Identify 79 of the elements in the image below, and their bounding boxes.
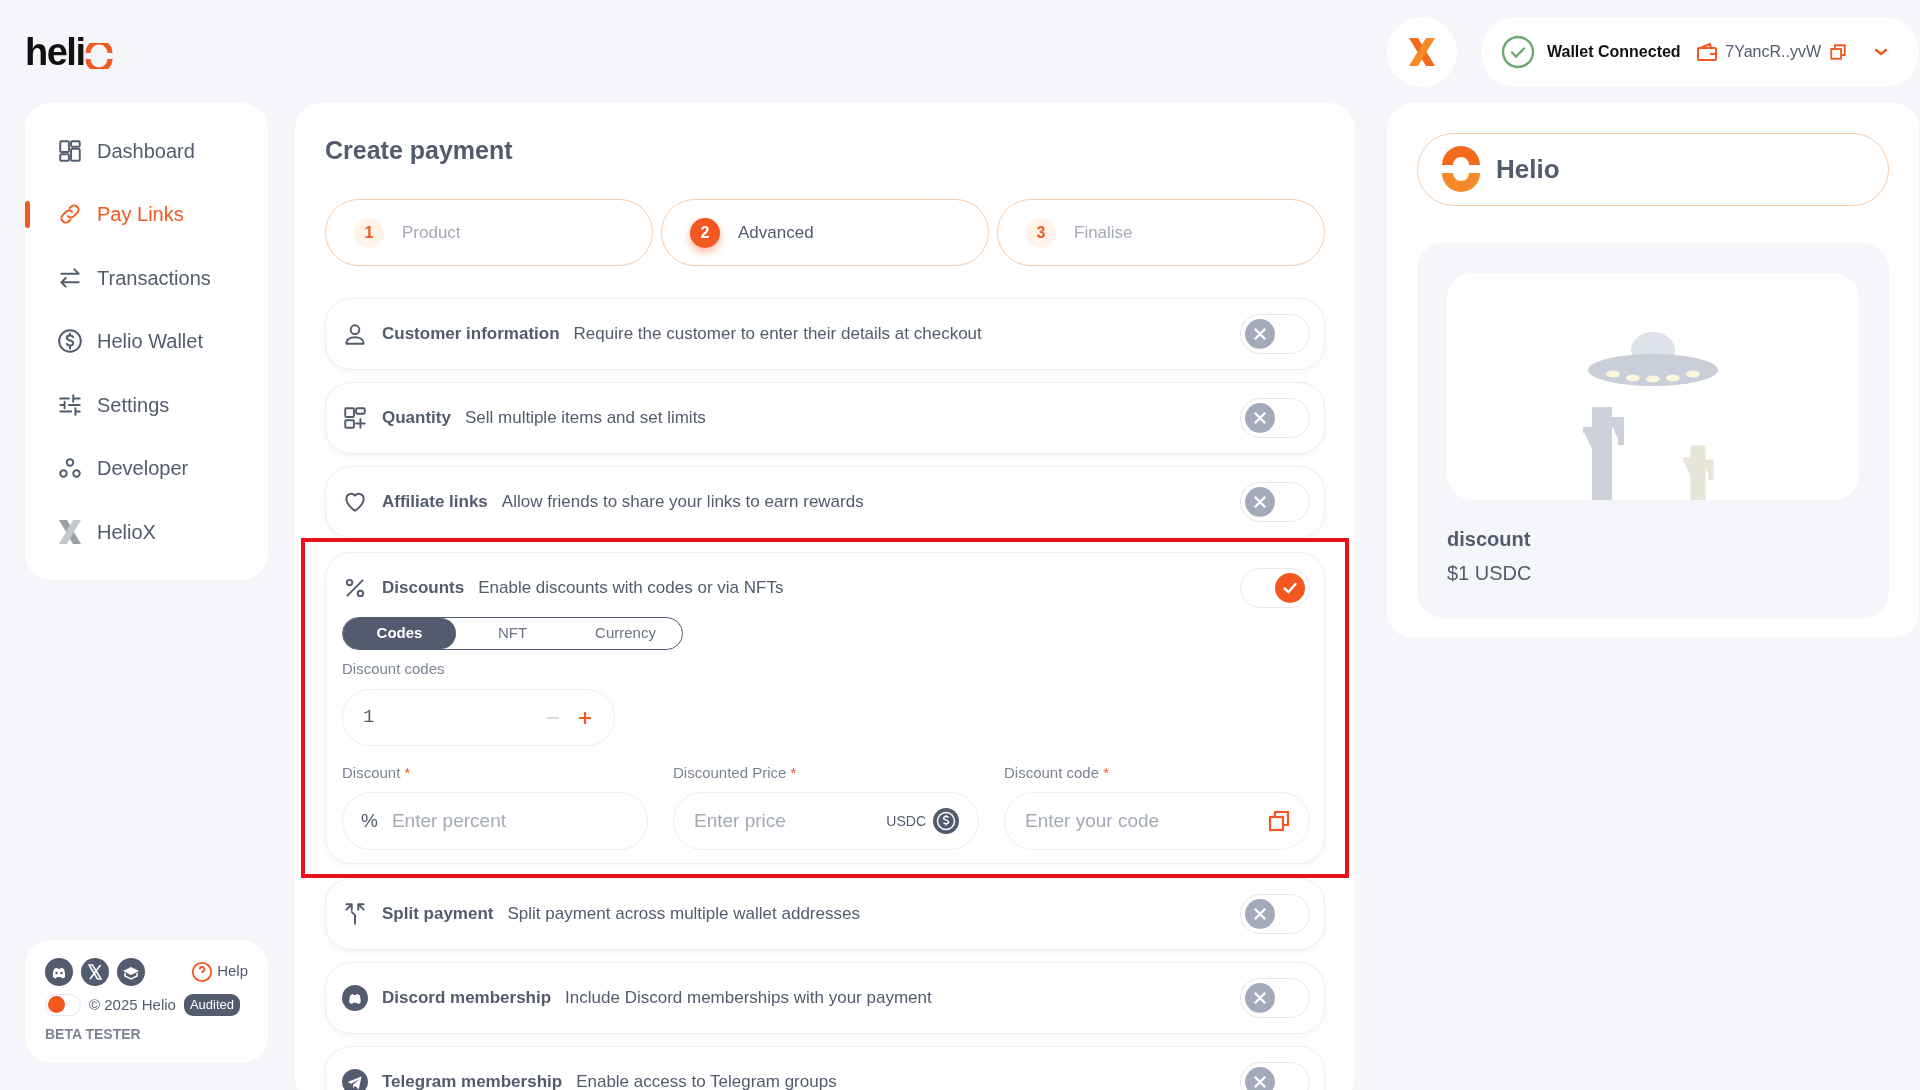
product-name: discount — [1447, 527, 1532, 552]
coin-icon — [932, 807, 960, 835]
x-mark-icon — [1245, 319, 1275, 349]
logo-ring-icon — [85, 42, 114, 69]
wallet-status: Wallet Connected — [1547, 42, 1681, 62]
filter-tab[interactable]: NFT — [456, 618, 569, 649]
wallet-icon — [1697, 43, 1718, 61]
discord-icon — [342, 985, 368, 1011]
field-label: Discount codes — [342, 659, 446, 679]
minus-icon — [546, 716, 560, 721]
toggle-switch[interactable] — [1240, 894, 1310, 934]
field-label: Discounted Price * — [673, 762, 798, 783]
option-description: Enable discounts with codes or via NFTs — [478, 577, 784, 600]
chevron-down-icon[interactable] — [1873, 47, 1889, 57]
sidebar-item[interactable]: Transactions — [25, 246, 268, 310]
option-title: Discord membership — [382, 987, 552, 1010]
counter-field[interactable]: 1 — [342, 688, 615, 746]
x-mark-icon — [1245, 899, 1275, 929]
checkmark-icon — [1275, 573, 1305, 603]
x-icon[interactable] — [81, 957, 109, 986]
settings-sliders-icon — [57, 391, 83, 418]
audited-badge: Audited — [183, 994, 241, 1016]
toggle-switch[interactable] — [1240, 398, 1310, 438]
book-icon[interactable] — [117, 957, 145, 986]
option-description: Include Discord memberships with your payment — [565, 987, 932, 1010]
copy-icon[interactable] — [1829, 43, 1847, 61]
x-mark-icon — [1245, 487, 1275, 517]
sidebar-item[interactable]: Dashboard — [25, 119, 268, 183]
option-description: Require the customer to enter their details at checkout — [573, 323, 982, 346]
option-title: Affiliate links — [382, 491, 488, 514]
dollar-circle-icon — [57, 328, 83, 355]
check-circle-icon — [1501, 35, 1535, 69]
discord-icon[interactable] — [45, 957, 73, 986]
option-title: Quantity — [382, 407, 451, 430]
sidebar-item[interactable]: Settings — [25, 373, 268, 437]
toggle-switch[interactable] — [1240, 568, 1310, 608]
option-description: Enable access to Telegram groups — [576, 1071, 837, 1090]
split-arrows-icon — [342, 901, 368, 927]
field-label: Discount code * — [1004, 762, 1111, 783]
plus-icon — [578, 711, 592, 726]
filter-tab[interactable]: Codes — [343, 618, 456, 649]
option-title: Split payment — [382, 903, 494, 926]
sidebar-item[interactable]: HelioX — [25, 500, 268, 564]
toggle-switch[interactable] — [1240, 978, 1310, 1018]
option-title: Customer information — [382, 323, 560, 346]
sidebar-item[interactable]: Pay Links — [25, 182, 268, 246]
copy-icon[interactable] — [1267, 809, 1291, 833]
x-logo-icon — [1407, 36, 1437, 68]
option-title: Discounts — [382, 577, 465, 600]
role-label: BETA TESTER — [45, 1025, 142, 1044]
sidebar-item[interactable]: Helio Wallet — [25, 309, 268, 373]
dashboard-icon — [57, 137, 83, 164]
option-description: Sell multiple items and set limits — [464, 407, 706, 430]
x-logo-icon — [57, 518, 83, 545]
option-title: Telegram membership — [382, 1071, 563, 1090]
help-link[interactable]: Help — [191, 960, 248, 983]
step-tab[interactable]: 2 Advanced — [661, 199, 989, 266]
logo-text: heli — [25, 32, 85, 71]
option-description: Allow friends to share your links to earn rewards — [501, 491, 864, 514]
option-description: Split payment across multiple wallet addresses — [507, 903, 860, 926]
toggle-switch[interactable] — [1240, 1062, 1310, 1090]
x-mark-icon — [1245, 983, 1275, 1013]
copyright-text: © 2025 Helio — [89, 994, 176, 1015]
field-label: Discount * — [342, 762, 412, 783]
x-mark-icon — [1245, 1067, 1275, 1090]
filter-tab[interactable]: Currency — [569, 618, 682, 649]
text-input[interactable]: Enter your code — [1023, 805, 1255, 837]
toggle-switch[interactable] — [1240, 314, 1310, 354]
page-title: Create payment — [325, 135, 514, 165]
person-icon — [342, 321, 368, 347]
sidebar-item[interactable]: Developer — [25, 436, 268, 500]
grid-plus-icon — [342, 405, 368, 431]
text-input[interactable]: Enter percent — [389, 805, 629, 837]
toggle-switch[interactable] — [1240, 482, 1310, 522]
help-icon — [191, 960, 214, 983]
product-price: $1 USDC — [1447, 561, 1533, 586]
wallet-address: 7YancR..yvW — [1725, 42, 1821, 62]
text-input[interactable]: Enter price — [692, 805, 875, 837]
x-mark-icon — [1245, 403, 1275, 433]
